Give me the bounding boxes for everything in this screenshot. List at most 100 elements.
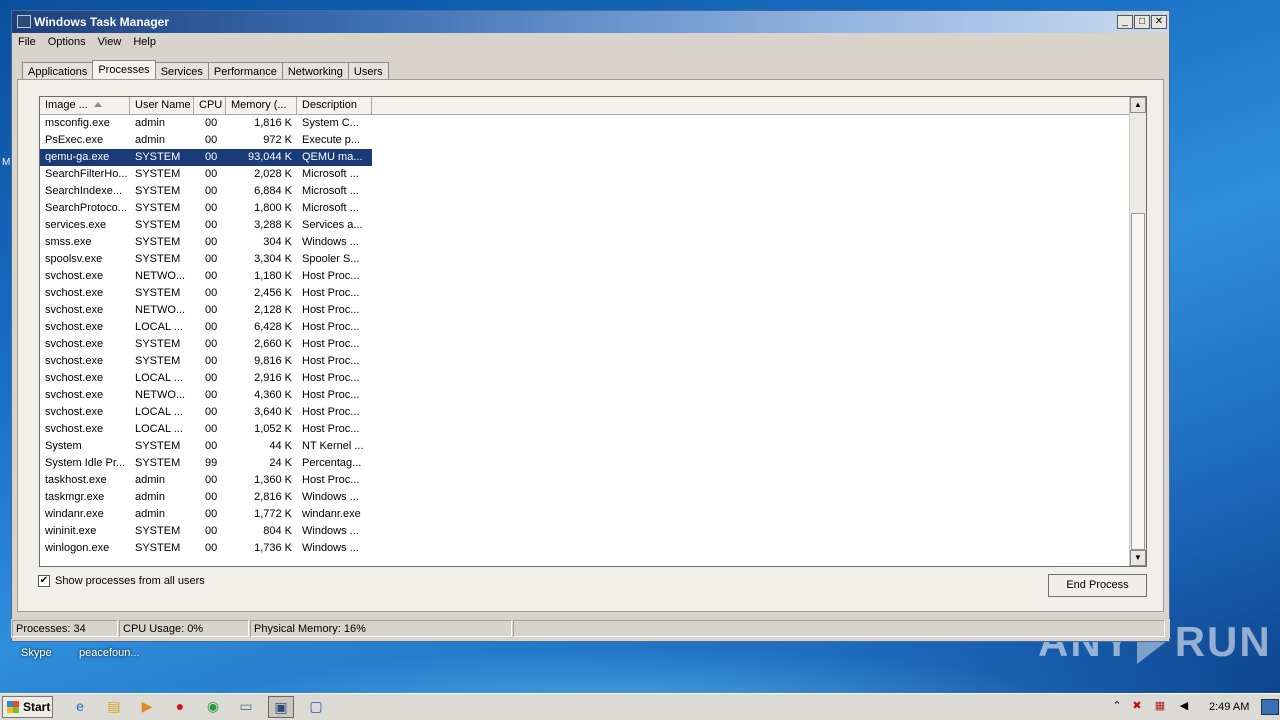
process-memory-cell: 2,916 K — [254, 372, 292, 384]
process-row[interactable]: svchost.exe SYSTEM 00 9,816 K Host Proc... — [40, 353, 372, 370]
process-image-cell: services.exe — [45, 219, 107, 231]
process-row[interactable]: SearchProtoco... SYSTEM 00 1,800 K Microsoft… — [40, 200, 372, 217]
process-image-cell: svchost.exe — [45, 321, 104, 333]
menu-file[interactable]: File — [18, 35, 36, 49]
tab-processes[interactable]: Processes — [92, 60, 156, 81]
maximize-button[interactable]: □ — [1134, 15, 1150, 29]
column-header-description[interactable]: Description — [297, 97, 372, 114]
process-cpu-cell: 00 — [205, 338, 218, 350]
process-description-cell: NT Kernel ... — [302, 440, 364, 452]
process-row[interactable]: svchost.exe NETWO... 00 4,360 K Host Proc... — [40, 387, 372, 404]
chrome-icon[interactable]: ◉ — [200, 696, 226, 718]
process-user-cell: SYSTEM — [135, 151, 181, 163]
show-all-users-checkbox[interactable]: ✔ — [38, 575, 50, 587]
start-button[interactable]: Start — [2, 696, 53, 718]
process-description-cell: Microsoft ... — [302, 185, 359, 197]
process-row[interactable]: svchost.exe LOCAL ... 00 1,052 K Host Proc..… — [40, 421, 372, 438]
close-button[interactable]: ✕ — [1151, 15, 1167, 29]
title-bar[interactable]: Windows Task Manager _ □ ✕ — [12, 11, 1169, 33]
tab-performance[interactable]: Performance — [207, 62, 283, 80]
process-row[interactable]: windanr.exe admin 00 1,772 K windanr.exe — [40, 506, 372, 523]
process-row[interactable]: svchost.exe LOCAL ... 00 2,916 K Host Proc..… — [40, 370, 372, 387]
scrollbar-thumb[interactable] — [1131, 213, 1145, 550]
process-row[interactable]: SearchFilterHo... SYSTEM 00 2,028 K Microsof… — [40, 166, 372, 183]
show-all-users-label[interactable]: Show processes from all users — [55, 575, 205, 587]
tab-services[interactable]: Services — [154, 62, 209, 80]
scroll-down-icon[interactable]: ▼ — [1130, 550, 1146, 566]
process-user-cell: NETWO... — [135, 389, 186, 401]
process-cpu-cell: 00 — [205, 151, 218, 163]
process-description-cell: Spooler S... — [302, 253, 360, 265]
process-row[interactable]: svchost.exe NETWO... 00 1,180 K Host Proc... — [40, 268, 372, 285]
process-memory-cell: 2,660 K — [254, 338, 292, 350]
process-row[interactable]: spoolsv.exe SYSTEM 00 3,304 K Spooler S... — [40, 251, 372, 268]
process-row[interactable]: svchost.exe LOCAL ... 00 3,640 K Host Proc..… — [40, 404, 372, 421]
process-cpu-cell: 00 — [205, 202, 218, 214]
window-title: Windows Task Manager — [34, 15, 170, 29]
process-image-cell: PsExec.exe — [45, 134, 104, 146]
column-header-memory[interactable]: Memory (... — [226, 97, 297, 114]
process-user-cell: SYSTEM — [135, 287, 181, 299]
tray-network-icon[interactable]: ▦ — [1153, 699, 1167, 713]
process-image-cell: smss.exe — [45, 236, 92, 248]
process-row[interactable]: System Idle Pr... SYSTEM 99 24 K Percentag..… — [40, 455, 372, 472]
process-row[interactable]: PsExec.exe admin 00 972 K Execute p... — [40, 132, 372, 149]
vertical-scrollbar[interactable]: ▲ ▼ — [1129, 97, 1146, 566]
process-memory-cell: 304 K — [263, 236, 292, 248]
end-process-button[interactable]: End Process — [1048, 574, 1147, 597]
tab-networking[interactable]: Networking — [281, 62, 349, 80]
process-row[interactable]: svchost.exe SYSTEM 00 2,456 K Host Proc... — [40, 285, 372, 302]
process-row[interactable]: services.exe SYSTEM 00 3,288 K Services a... — [40, 217, 372, 234]
process-memory-cell: 9,816 K — [254, 355, 292, 367]
process-row[interactable]: msconfig.exe admin 00 1,816 K System C... — [40, 115, 372, 132]
tray-volume-icon[interactable]: ◀ — [1177, 699, 1191, 713]
ie-icon[interactable]: e — [67, 696, 93, 718]
process-image-cell: svchost.exe — [45, 355, 104, 367]
media-player-icon[interactable]: ▶ — [134, 696, 160, 718]
process-cpu-cell: 00 — [205, 389, 218, 401]
process-row[interactable]: qemu-ga.exe SYSTEM 00 93,044 K QEMU ma... — [40, 149, 372, 166]
column-header-user[interactable]: User Name — [130, 97, 194, 114]
process-image-cell: taskhost.exe — [45, 474, 107, 486]
desktop-icon-skype-label[interactable]: Skype — [21, 647, 52, 659]
window-icon[interactable]: ▭ — [233, 696, 259, 718]
column-header-image[interactable]: Image ... — [40, 97, 130, 114]
tray-expand-icon[interactable]: ⌃ — [1110, 699, 1124, 713]
show-desktop-icon[interactable] — [1261, 699, 1279, 715]
process-user-cell: SYSTEM — [135, 185, 181, 197]
process-row[interactable]: winlogon.exe SYSTEM 00 1,736 K Windows ... — [40, 540, 372, 557]
process-memory-cell: 3,640 K — [254, 406, 292, 418]
process-row[interactable]: smss.exe SYSTEM 00 304 K Windows ... — [40, 234, 372, 251]
process-row[interactable]: wininit.exe SYSTEM 00 804 K Windows ... — [40, 523, 372, 540]
tab-users[interactable]: Users — [347, 62, 389, 80]
tray-flag-icon[interactable]: ✖ — [1130, 699, 1144, 713]
opera-icon[interactable]: ● — [167, 696, 193, 718]
process-memory-cell: 24 K — [269, 457, 292, 469]
tab-applications[interactable]: Applications — [22, 62, 94, 80]
menu-help[interactable]: Help — [133, 35, 156, 49]
menu-view[interactable]: View — [98, 35, 122, 49]
process-row[interactable]: taskmgr.exe admin 00 2,816 K Windows ... — [40, 489, 372, 506]
process-row[interactable]: svchost.exe LOCAL ... 00 6,428 K Host Proc..… — [40, 319, 372, 336]
folder-icon[interactable]: ▤ — [101, 696, 127, 718]
scroll-up-icon[interactable]: ▲ — [1130, 97, 1146, 113]
process-row[interactable]: System SYSTEM 00 44 K NT Kernel ... — [40, 438, 372, 455]
process-list[interactable]: Image ... User Name CPU Memory (... Desc… — [39, 96, 1147, 567]
process-row[interactable]: SearchIndexe... SYSTEM 00 6,884 K Microsoft … — [40, 183, 372, 200]
process-row[interactable]: svchost.exe SYSTEM 00 2,660 K Host Proc... — [40, 336, 372, 353]
process-cpu-cell: 00 — [205, 253, 218, 265]
process-row[interactable]: taskhost.exe admin 00 1,360 K Host Proc... — [40, 472, 372, 489]
task-manager-taskbar-icon[interactable]: ▣ — [268, 696, 294, 718]
minimize-button[interactable]: _ — [1117, 15, 1133, 29]
desktop-icon-peacefoun-label[interactable]: peacefoun... — [79, 647, 140, 659]
process-cpu-cell: 00 — [205, 525, 218, 537]
process-user-cell: LOCAL ... — [135, 406, 183, 418]
process-description-cell: Microsoft ... — [302, 168, 359, 180]
process-image-cell: taskmgr.exe — [45, 491, 105, 503]
menu-options[interactable]: Options — [48, 35, 86, 49]
column-header-cpu[interactable]: CPU — [194, 97, 226, 114]
process-row[interactable]: svchost.exe NETWO... 00 2,128 K Host Proc... — [40, 302, 372, 319]
taskbar-clock[interactable]: 2:49 AM — [1209, 701, 1249, 713]
process-memory-cell: 93,044 K — [247, 151, 292, 163]
remote-icon[interactable]: ▢ — [303, 696, 329, 718]
